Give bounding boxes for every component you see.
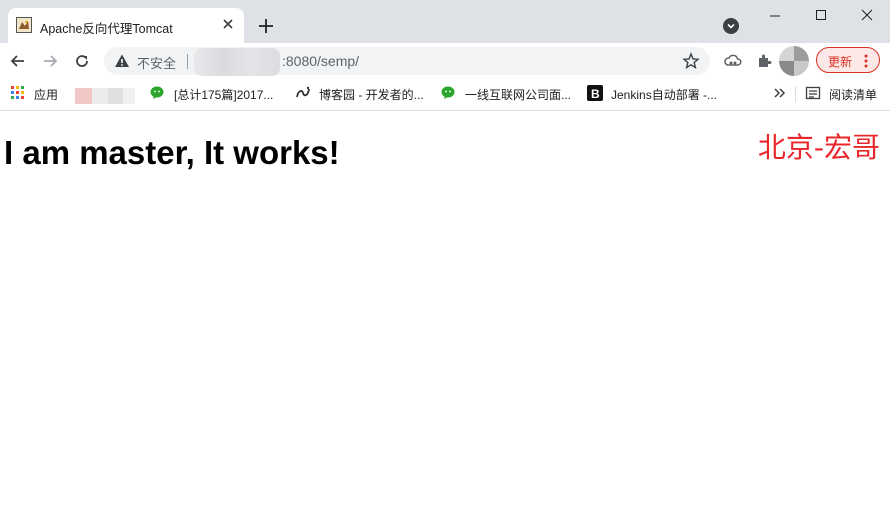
- minimize-icon[interactable]: [765, 6, 785, 26]
- window-close-icon[interactable]: [857, 6, 877, 26]
- avatar[interactable]: [779, 46, 809, 76]
- cnblogs-icon: [295, 85, 311, 101]
- tab-strip: Apache反向代理Tomcat: [0, 0, 890, 43]
- update-button[interactable]: 更新: [816, 47, 880, 73]
- bookmark-label: [总计175篇]2017...: [174, 88, 274, 102]
- toolbar: 不安全 :8080/semp/: [0, 43, 890, 79]
- wechat-icon: [150, 85, 166, 101]
- page-heading: I am master, It works!: [4, 134, 340, 171]
- bookmarks-bar: 应用 [总计175篇]2017... 博客园 - 开发者的... 一线互联网公司…: [0, 79, 890, 111]
- chevron-double-right-icon[interactable]: [773, 86, 787, 100]
- menu-dots-icon[interactable]: [864, 54, 868, 68]
- warning-icon[interactable]: [114, 53, 130, 69]
- reading-list-label: 阅读清单: [829, 88, 878, 102]
- update-label: 更新: [828, 55, 853, 69]
- redacted-bookmark[interactable]: [75, 88, 135, 104]
- bookmark-star-icon[interactable]: [682, 52, 700, 70]
- svg-text:B: B: [591, 87, 600, 101]
- redacted-host: [194, 48, 280, 76]
- new-tab-icon[interactable]: [256, 16, 276, 36]
- insecure-label[interactable]: 不安全: [137, 53, 176, 72]
- back-arrow-icon[interactable]: [9, 52, 27, 70]
- maximize-icon[interactable]: [811, 6, 831, 26]
- author-watermark: 北京-宏哥: [757, 131, 880, 164]
- forward-arrow-icon[interactable]: [41, 52, 59, 70]
- url-text[interactable]: :8080/semp/: [282, 53, 359, 69]
- reading-list-icon: [805, 85, 821, 101]
- bold-b-icon: B: [587, 85, 603, 101]
- tab-active[interactable]: Apache反向代理Tomcat: [8, 8, 244, 43]
- tab-title: Apache反向代理Tomcat: [40, 22, 173, 36]
- apps-grid-icon: [10, 85, 26, 101]
- close-icon[interactable]: [220, 16, 236, 32]
- reload-icon[interactable]: [73, 52, 91, 70]
- bookmark-label: Jenkins自动部署 -...: [611, 88, 718, 102]
- bookmarks-divider: [795, 86, 796, 102]
- wechat-icon: [441, 85, 457, 101]
- extension-cloud-icon[interactable]: [724, 52, 742, 70]
- tab-search-icon[interactable]: [723, 18, 739, 34]
- bookmark-label: 一线互联网公司面...: [465, 88, 572, 102]
- address-bar[interactable]: 不安全 :8080/semp/: [104, 47, 710, 76]
- bookmark-label: 应用: [34, 88, 59, 102]
- omnibox-divider: [187, 54, 188, 69]
- puzzle-icon[interactable]: [756, 52, 774, 70]
- tomcat-favicon-icon: [16, 17, 32, 33]
- bookmark-label: 博客园 - 开发者的...: [319, 88, 424, 102]
